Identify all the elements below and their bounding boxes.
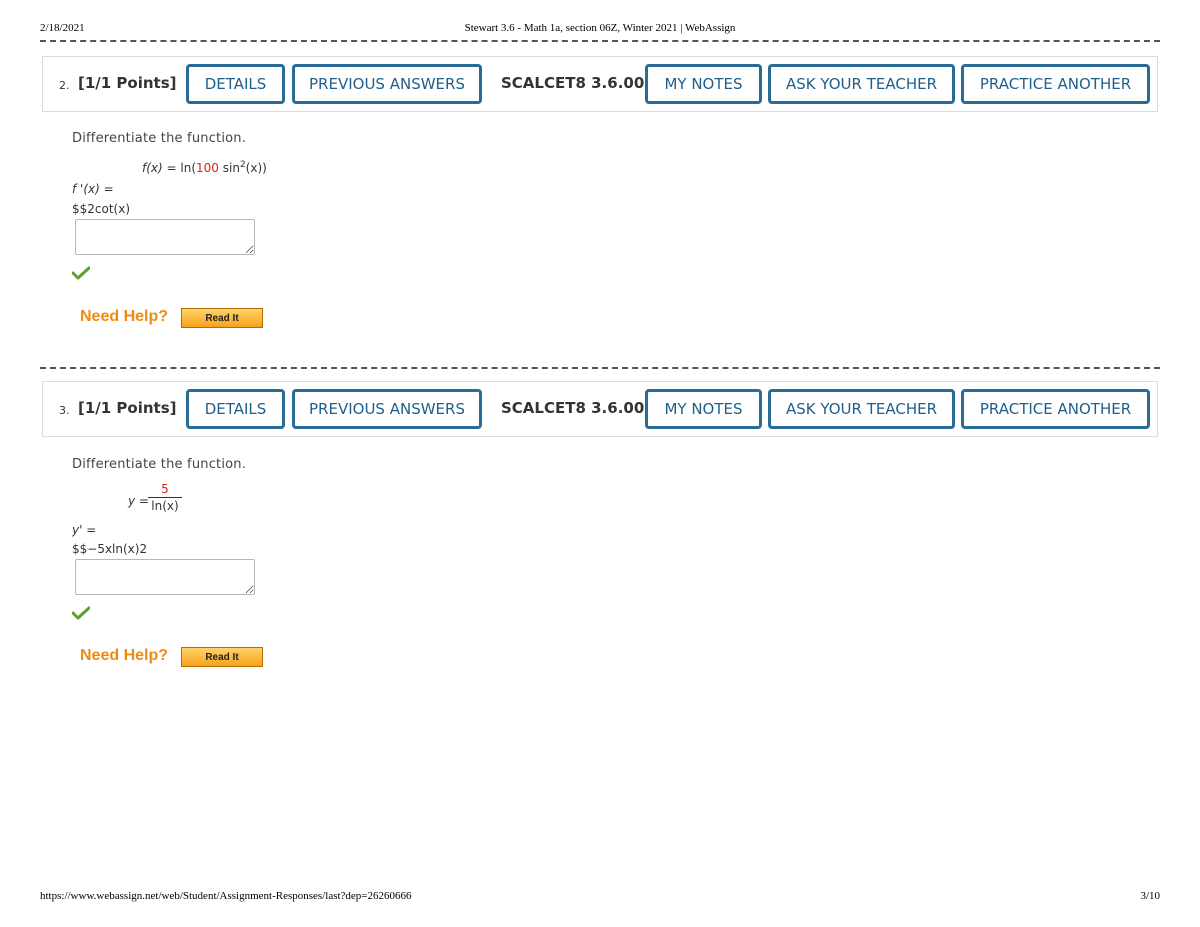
answer-input[interactable] — [75, 559, 255, 595]
answer-input[interactable] — [75, 219, 255, 255]
function-eq: = — [162, 161, 181, 175]
question-code: SCALCET8 3.6.004. — [501, 74, 661, 92]
check-icon — [72, 266, 90, 280]
function-post: sin — [218, 161, 240, 175]
function-tail: (x)) — [245, 161, 267, 175]
read-it-button[interactable]: Read It — [181, 647, 263, 667]
question-prompt: Differentiate the function. — [72, 457, 247, 472]
print-header: 2/18/2021 Stewart 3.6 - Math 1a, section… — [40, 22, 1160, 38]
function-fraction: 5 ln(x) — [148, 482, 182, 513]
ask-your-teacher-button[interactable]: ASK YOUR TEACHER — [768, 389, 955, 429]
previous-answers-button[interactable]: PREVIOUS ANSWERS — [292, 389, 482, 429]
question-points: [1/1 Points] — [78, 399, 177, 417]
practice-another-button[interactable]: PRACTICE ANOTHER — [961, 64, 1150, 104]
question-number: 3. — [59, 404, 70, 417]
function-pre: ln( — [180, 161, 197, 175]
practice-another-button[interactable]: PRACTICE ANOTHER — [961, 389, 1150, 429]
question-code: SCALCET8 3.6.006. — [501, 399, 661, 417]
question-number: 2. — [59, 79, 70, 92]
derivative-label: y' = — [72, 523, 97, 537]
print-title: Stewart 3.6 - Math 1a, section 06Z, Wint… — [464, 22, 736, 34]
function-lhs: f(x) — [142, 161, 163, 175]
question-prompt: Differentiate the function. — [72, 131, 247, 146]
derivative-label: f '(x) = — [72, 182, 114, 196]
need-help-label: Need Help? — [80, 647, 169, 664]
ask-your-teacher-button[interactable]: ASK YOUR TEACHER — [768, 64, 955, 104]
fraction-denominator: ln(x) — [151, 499, 179, 513]
print-footer: https://www.webassign.net/web/Student/As… — [40, 890, 1160, 906]
details-button[interactable]: DETAILS — [186, 64, 285, 104]
my-notes-button[interactable]: MY NOTES — [645, 64, 762, 104]
previous-answers-button[interactable]: PREVIOUS ANSWERS — [292, 64, 482, 104]
page-number: 3/10 — [1140, 890, 1160, 902]
print-url: https://www.webassign.net/web/Student/As… — [40, 890, 412, 902]
read-it-button[interactable]: Read It — [181, 308, 263, 328]
divider — [40, 40, 1160, 42]
need-help-label: Need Help? — [80, 308, 169, 325]
answer-given: $$2cot(x) — [72, 202, 131, 216]
function-coefficient: 100 — [196, 161, 219, 175]
question-header: 3. [1/1 Points] DETAILS PREVIOUS ANSWERS… — [42, 381, 1158, 437]
check-icon — [72, 606, 90, 620]
question-points: [1/1 Points] — [78, 74, 177, 92]
fraction-bar — [148, 497, 182, 498]
answer-given: $$−5xln(x)2 — [72, 542, 148, 556]
details-button[interactable]: DETAILS — [186, 389, 285, 429]
question-header: 2. [1/1 Points] DETAILS PREVIOUS ANSWERS… — [42, 56, 1158, 112]
function-expression: f(x) = ln(100 sin2(x)) — [142, 160, 267, 175]
my-notes-button[interactable]: MY NOTES — [645, 389, 762, 429]
function-lhs: y = — [128, 494, 149, 508]
fraction-numerator: 5 — [161, 482, 169, 496]
divider — [40, 367, 1160, 369]
